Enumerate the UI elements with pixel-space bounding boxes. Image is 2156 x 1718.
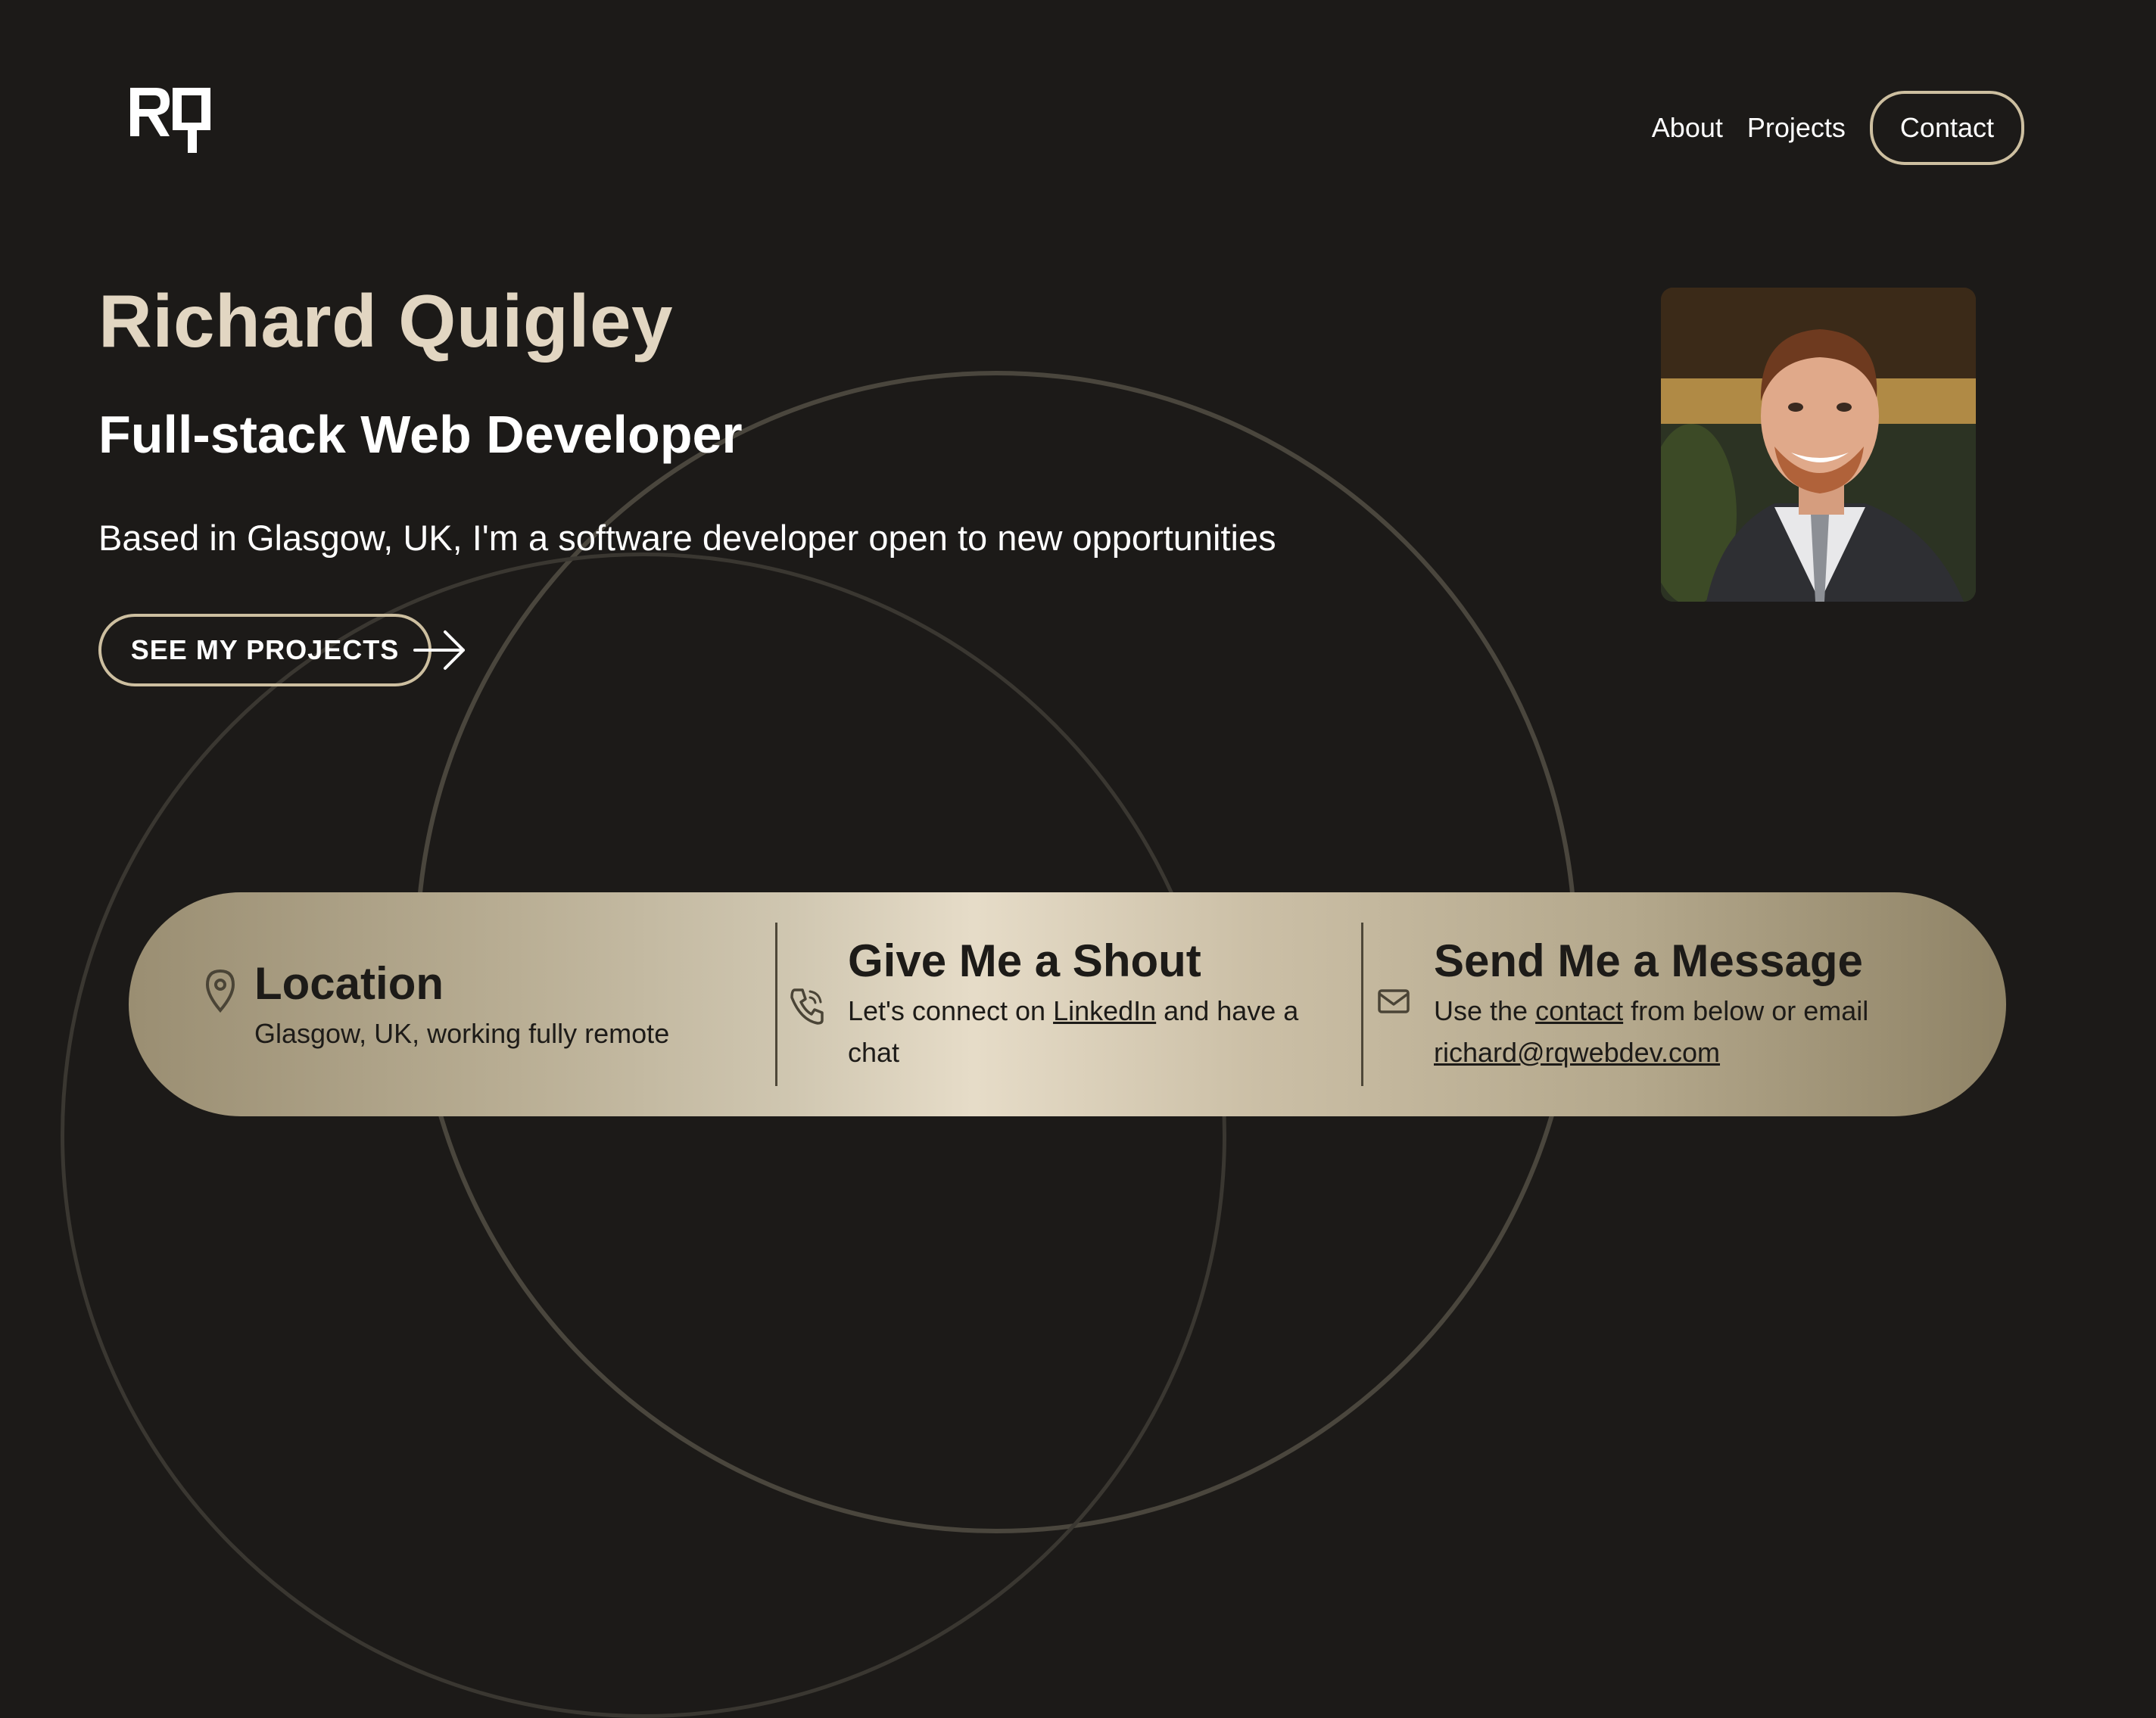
message-text-post: from below or email — [1623, 995, 1869, 1026]
contact-info-bar: Location Glasgow, UK, working fully remo… — [129, 892, 2006, 1116]
phone-icon — [790, 988, 824, 1025]
message-text-pre: Use the — [1434, 995, 1536, 1026]
profile-photo-illustration — [1661, 288, 1976, 602]
map-pin-icon — [205, 969, 235, 1013]
mail-icon — [1378, 989, 1410, 1013]
message-text: Use the contact from below or email rich… — [1434, 990, 1918, 1073]
info-divider — [775, 923, 777, 1086]
see-projects-button[interactable]: SEE MY PROJECTS — [98, 614, 432, 686]
email-link[interactable]: richard@rqwebdev.com — [1434, 1037, 1720, 1068]
message-block: Send Me a Message Use the contact from b… — [1376, 935, 1952, 1073]
arrow-right-icon — [413, 630, 465, 670]
hero-name: Richard Quigley — [98, 279, 674, 363]
hero-role: Full-stack Web Developer — [98, 405, 743, 464]
shout-block: Give Me a Shout Let's connect on LinkedI… — [789, 935, 1334, 1073]
shout-text: Let's connect on LinkedIn and have a cha… — [848, 990, 1317, 1073]
decorative-circle-small — [61, 552, 1226, 1718]
contact-link[interactable]: contact — [1535, 995, 1623, 1026]
location-title: Location — [254, 958, 444, 1009]
hero-tagline: Based in Glasgow, UK, I'm a software dev… — [98, 518, 1276, 558]
linkedin-link[interactable]: LinkedIn — [1053, 995, 1156, 1026]
shout-title: Give Me a Shout — [848, 935, 1201, 986]
see-projects-cta[interactable]: SEE MY PROJECTS — [98, 614, 468, 686]
nav-projects-link[interactable]: Projects — [1747, 112, 1846, 144]
message-title: Send Me a Message — [1434, 935, 1863, 986]
profile-photo — [1661, 288, 1976, 602]
shout-text-pre: Let's connect on — [848, 995, 1054, 1026]
nav-contact-button[interactable]: Contact — [1869, 91, 2024, 165]
nav-about-link[interactable]: About — [1652, 112, 1723, 144]
location-block: Location Glasgow, UK, working fully remo… — [203, 957, 669, 1054]
main-nav: About Projects Contact — [1652, 91, 2024, 165]
info-divider — [1361, 923, 1363, 1086]
location-text: Glasgow, UK, working fully remote — [254, 1018, 670, 1049]
rq-logo[interactable]: RQ — [126, 83, 217, 159]
